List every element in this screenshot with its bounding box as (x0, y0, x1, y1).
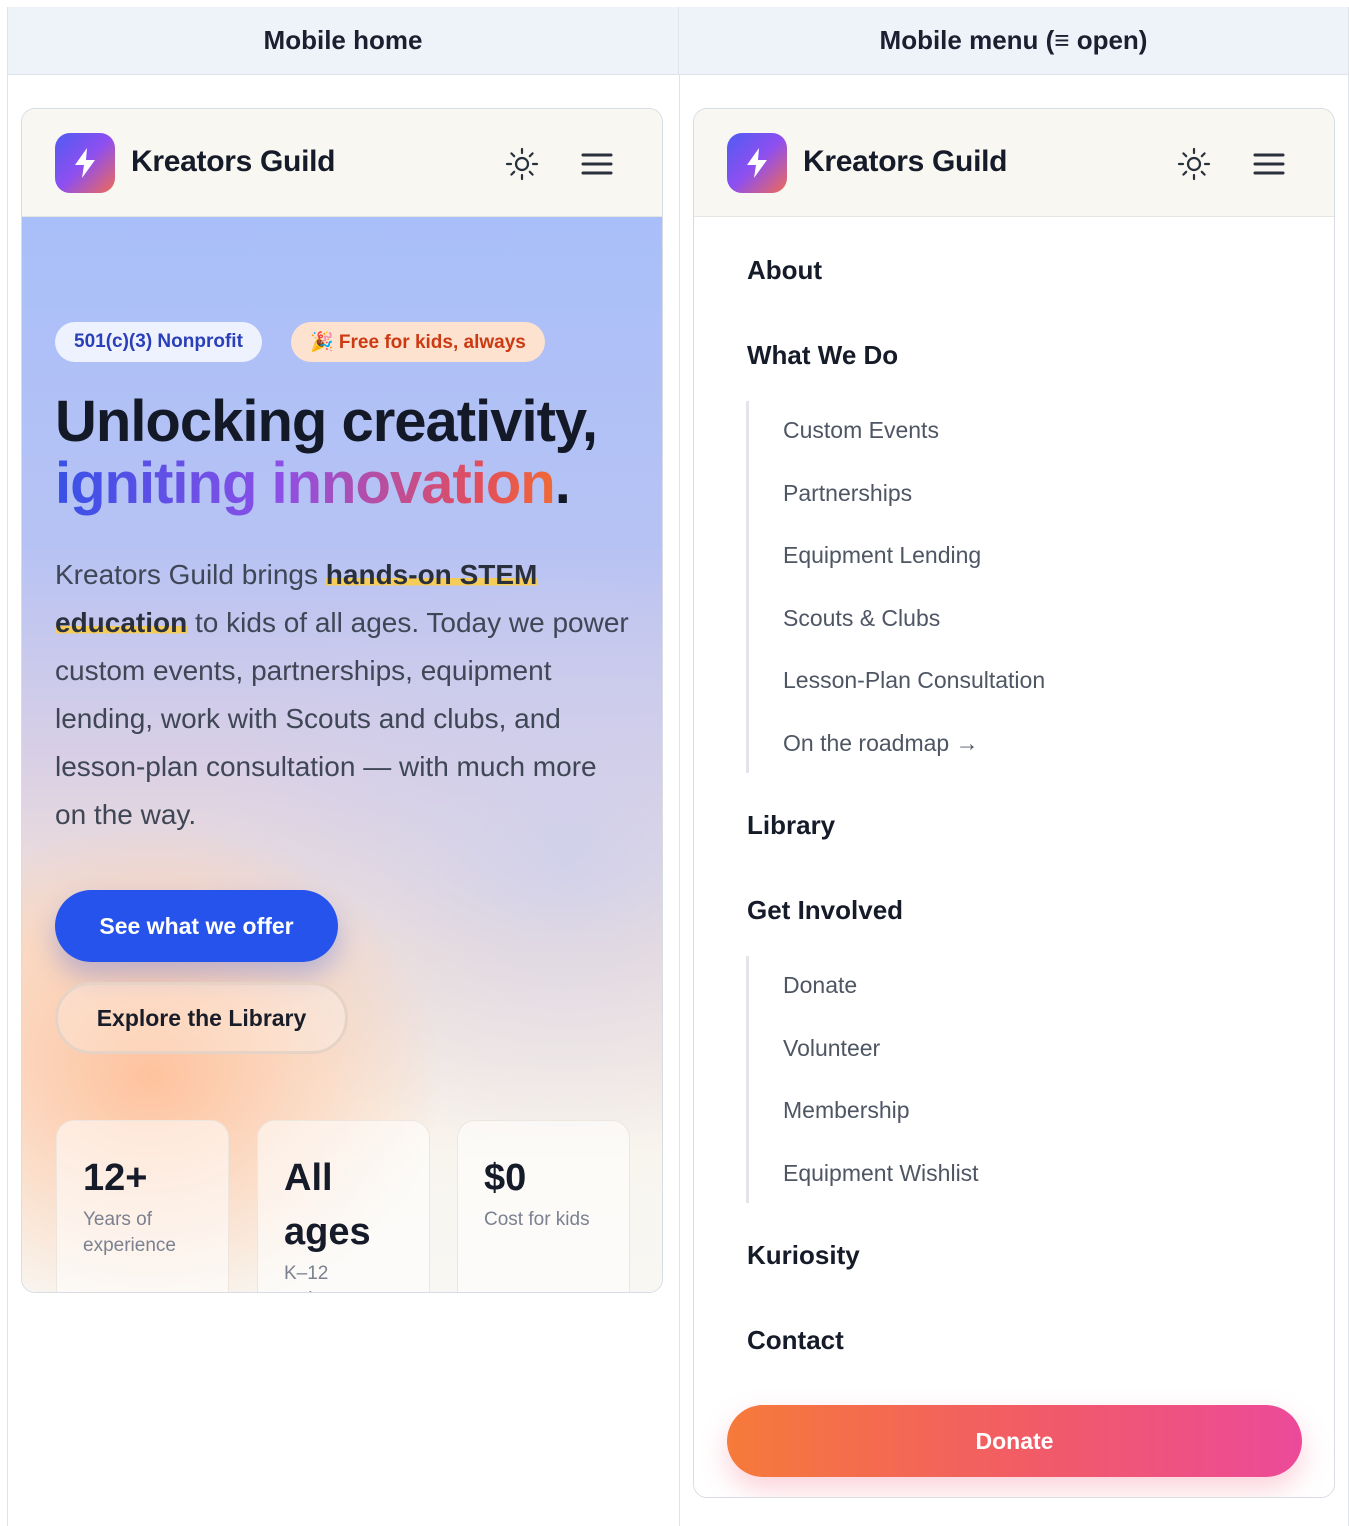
submenu-item-equipment-lending[interactable]: Equipment Lending (783, 542, 981, 569)
hero-headline: Unlocking creativity, igniting innovatio… (55, 389, 598, 515)
column-title-mobile-home: Mobile home (8, 7, 679, 75)
stat-label: K–12 welcome (284, 1263, 359, 1292)
donate-button[interactable]: Donate (727, 1405, 1302, 1477)
menu-item-kuriosity[interactable]: Kuriosity (747, 1240, 860, 1271)
submenu-item-membership[interactable]: Membership (783, 1097, 910, 1124)
submenu-item-donate[interactable]: Donate (783, 972, 857, 999)
submenu-item-equipment-wishlist[interactable]: Equipment Wishlist (783, 1160, 979, 1187)
submenu-item-on-the-roadmap[interactable]: On the roadmap → (783, 730, 979, 757)
stat-card: All ages K–12 welcome (257, 1120, 430, 1292)
hamburger-menu-icon[interactable] (1252, 147, 1286, 181)
stat-card: 12+ Years of experience (56, 1120, 229, 1292)
submenu-item-volunteer[interactable]: Volunteer (783, 1035, 880, 1062)
nonprofit-badge: 501(c)(3) Nonprofit (55, 322, 262, 362)
headline-line-2: igniting innovation. (55, 453, 597, 515)
submenu-item-partnerships[interactable]: Partnerships (783, 480, 912, 507)
stat-label: Cost for kids (484, 1209, 590, 1230)
column-title-mobile-menu: Mobile menu (≡ open) (679, 7, 1348, 75)
brand-name[interactable]: Kreators Guild (131, 145, 335, 179)
stat-card: $0 Cost for kids (457, 1120, 630, 1292)
menu-item-contact[interactable]: Contact (747, 1325, 844, 1356)
submenu-rail (746, 956, 749, 1203)
lightning-bolt-icon[interactable] (55, 133, 115, 193)
explore-library-button[interactable]: Explore the Library (55, 982, 348, 1054)
free-for-kids-badge: 🎉 Free for kids, always (291, 322, 545, 362)
menu-item-about[interactable]: About (747, 255, 822, 286)
column-divider (679, 75, 680, 1526)
lead-text-start: Kreators Guild brings (55, 559, 326, 590)
sun-icon[interactable] (1177, 147, 1211, 181)
menu-item-library[interactable]: Library (747, 810, 835, 841)
stat-value: 12+ (83, 1157, 148, 1199)
app-header: Kreators Guild (22, 109, 662, 217)
headline-line-1: Unlocking creativity, (55, 389, 598, 454)
headline-period: . (554, 451, 571, 516)
submenu-rail (746, 401, 749, 773)
lead-text-end: to kids of all ages. Today we power cust… (55, 607, 629, 830)
menu-item-get-involved[interactable]: Get Involved (747, 895, 903, 926)
app-header: Kreators Guild (694, 109, 1334, 217)
sun-icon[interactable] (505, 147, 539, 181)
mobile-home-screen: Kreators Guild 501(c)(3) Nonprofit 🎉 Fre… (21, 108, 663, 1293)
mobile-menu-screen: Kreators Guild About What We Do Custom E… (693, 108, 1335, 1498)
hero-description: Kreators Guild brings hands-on STEM educ… (55, 551, 630, 839)
stat-value: All ages (284, 1157, 371, 1253)
submenu-item-custom-events[interactable]: Custom Events (783, 417, 939, 444)
see-what-we-offer-button[interactable]: See what we offer (55, 890, 338, 962)
submenu-item-scouts-clubs[interactable]: Scouts & Clubs (783, 605, 940, 632)
submenu-item-lesson-plan-consultation[interactable]: Lesson-Plan Consultation (783, 667, 1045, 694)
menu-item-what-we-do[interactable]: What We Do (747, 340, 898, 371)
hamburger-menu-icon[interactable] (580, 147, 614, 181)
stat-label: Years of experience (83, 1209, 176, 1256)
lightning-bolt-icon[interactable] (727, 133, 787, 193)
brand-name[interactable]: Kreators Guild (803, 145, 1007, 179)
stat-value: $0 (484, 1157, 527, 1199)
headline-gradient-text: igniting innovation (55, 451, 556, 516)
